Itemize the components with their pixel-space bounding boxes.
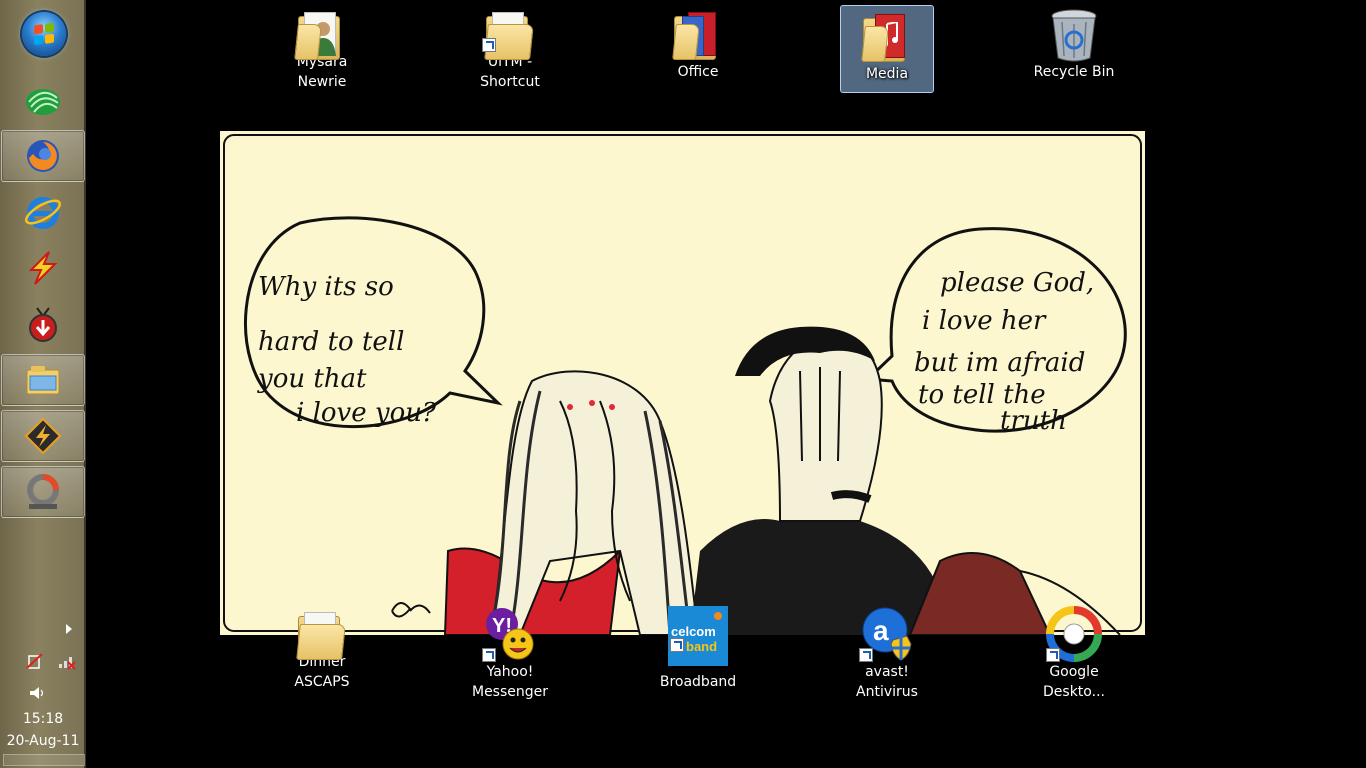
photoscape-icon [27,474,59,509]
taskbar: 15:18 20-Aug-11 [0,0,86,768]
icon-label: Yahoo! Messenger [471,664,549,700]
signature-mark [391,602,431,618]
windows-start-orb-icon[interactable] [22,12,66,56]
shortcut-arrow-icon [1046,648,1060,662]
windows-explorer-icon [26,366,60,395]
celcom-logo-text: celcom [671,624,716,639]
bubble-left-line-2: hard to tell [258,327,404,357]
desktop-icon-uitm-shortcut[interactable]: UiTM - Shortcut [463,4,557,92]
celcom-broadband-icon: celcom band [668,606,728,666]
taskbar-downloader[interactable] [1,298,85,350]
desktop-icon-google-desktop[interactable]: Google Deskto... [1027,604,1121,700]
wallpaper: Why its so hard to tell you that i love … [220,131,1145,635]
bubble-right-line-2: i love her [922,306,1047,336]
taskbar-app-green[interactable] [1,74,85,126]
folder-icon [482,6,538,60]
folder-icon [294,606,350,660]
desktop-icon-avast-antivirus[interactable]: a avast! Antivirus [840,604,934,700]
volume-icon[interactable] [28,684,46,702]
shortcut-arrow-icon [859,648,873,662]
office-folder-icon [670,6,726,62]
icon-label: Media [865,66,909,82]
desktop-icon-mysara-newrie[interactable]: Mysara Newrie [275,4,369,92]
avast-logo-text: a [873,615,889,646]
power-icon[interactable] [26,652,44,670]
icon-label: avast! Antivirus [856,664,918,700]
shortcut-arrow-icon [670,638,684,652]
desktop-icon-celcom-broadband[interactable]: celcom band CelcomBroadband [651,604,745,692]
desktop-icon-yahoo-messenger[interactable]: Y! Yahoo! Messenger [463,604,557,700]
wallpaper-drawing: Why its so hard to tell you that i love … [223,134,1142,635]
firefox-icon [27,140,59,172]
bubble-right-line-5: truth [1000,406,1067,436]
user-folder-icon [294,6,350,60]
bubble-left-line-4: i love you? [296,398,437,428]
yahoo-messenger-icon: Y! [482,606,538,662]
download-tv-icon [29,307,57,342]
taskbar-windows-explorer[interactable] [1,354,85,406]
icon-label: Recycle Bin [1033,64,1115,80]
bubble-right-line-1: please God, [940,268,1094,298]
desktop-icon-media[interactable]: Media [840,5,934,93]
internet-explorer-icon [24,197,62,229]
show-hidden-icons-arrow-icon[interactable] [66,624,72,634]
girl-figure [443,370,700,635]
shortcut-arrow-icon [482,648,496,662]
google-desktop-icon [1046,606,1102,662]
taskbar-flashget[interactable] [1,242,85,294]
green-leaf-app-icon [26,89,60,115]
icon-label: Office [677,64,719,80]
clock-date[interactable]: 20-Aug-11 [0,733,86,749]
bubble-right-line-3: but im afraid [914,348,1085,378]
network-icon[interactable] [58,652,76,670]
bubble-left-line-1: Why its so [258,272,394,302]
taskbar-winamp[interactable] [1,410,85,462]
media-folder-icon [859,8,915,64]
taskbar-firefox[interactable] [1,130,85,182]
avast-antivirus-icon: a [859,606,915,662]
lightning-bolt-icon [28,251,58,285]
celcom-band-text: band [686,639,717,654]
speech-bubble-left [243,216,503,429]
desktop-icon-recycle-bin[interactable]: Recycle Bin [1027,4,1121,92]
icon-label: Google Deskto... [1043,664,1105,700]
desktop-icon-office[interactable]: Office [651,4,745,92]
taskbar-internet-explorer[interactable] [1,186,85,238]
taskbar-photoscape[interactable] [1,466,85,518]
bubble-left-line-3: you that [257,364,367,394]
recycle-bin-icon [1046,6,1102,62]
show-desktop-button[interactable] [3,754,85,766]
shortcut-arrow-icon [482,38,496,52]
desktop-icon-dinner-ascaps[interactable]: Dinner ASCAPS [275,604,369,692]
winamp-icon [24,417,62,455]
clock-time[interactable]: 15:18 [0,711,86,727]
